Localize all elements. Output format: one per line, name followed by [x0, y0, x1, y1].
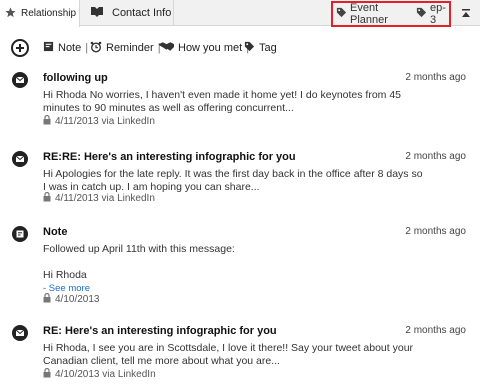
tag-action-label: Tag — [259, 42, 277, 54]
feed-entry: RE:RE: Here's an interesting infographic… — [0, 151, 480, 211]
action-bar: Note | Reminder | How you met | Tag — [0, 36, 480, 60]
tab-contact-info[interactable]: Contact Info — [80, 0, 174, 26]
feed-entry: RE: Here's an interesting infographic fo… — [0, 325, 480, 385]
entry-title[interactable]: RE:RE: Here's an interesting infographic… — [43, 151, 296, 163]
entry-time: 2 months ago — [405, 72, 466, 83]
entry-body: Hi Rhoda, I see you are in Scottsdale, I… — [43, 342, 414, 367]
tag-label: Event Planner — [350, 2, 388, 26]
tag-event-planner[interactable]: Event Planner — [336, 2, 412, 26]
collapse-up-icon[interactable] — [460, 7, 472, 19]
entry-body: Hi Rhoda No worries, I haven't even made… — [43, 89, 402, 114]
lock-icon — [43, 367, 51, 381]
note-icon — [43, 41, 54, 55]
entry-title[interactable]: following up — [43, 72, 108, 84]
tag-ep-3[interactable]: ep-3 — [416, 2, 449, 26]
tab-bar: Relationship Contact Info Event Planner … — [0, 0, 480, 27]
entry-meta-text: 4/11/2013 via LinkedIn — [55, 116, 155, 127]
envelope-icon — [12, 151, 28, 167]
note-icon — [12, 226, 28, 242]
note-action[interactable]: Note | — [43, 41, 88, 55]
tab-relationship-label: Relationship — [21, 8, 77, 19]
envelope-icon — [12, 72, 28, 88]
separator: | — [85, 42, 89, 54]
entry-meta-text: 4/10/2013 via LinkedIn — [55, 369, 156, 380]
lock-icon — [43, 191, 51, 205]
entry-title[interactable]: RE: Here's an interesting infographic fo… — [43, 325, 277, 337]
note-line: Hi Rhoda — [43, 269, 87, 281]
lock-icon — [43, 114, 51, 128]
star-icon — [5, 6, 16, 21]
tag-action[interactable]: Tag — [244, 41, 277, 55]
tab-contact-info-label: Contact Info — [112, 7, 172, 19]
entry-meta-text: 4/10/2013 — [55, 294, 100, 305]
reminder-action[interactable]: Reminder | — [90, 41, 161, 55]
tab-relationship[interactable]: Relationship — [0, 0, 80, 27]
tags-highlight: Event Planner ep-3 — [331, 1, 451, 27]
feed-entry-note: Note 2 months ago Followed up April 11th… — [0, 226, 480, 306]
note-line: Followed up April 11th with this message… — [43, 243, 235, 255]
envelope-icon — [12, 325, 28, 341]
handshake-icon — [159, 41, 174, 55]
tag-icon — [336, 7, 347, 21]
tag-label: ep-3 — [430, 2, 446, 26]
entry-body: Hi Apologies for the late reply. It was … — [43, 168, 423, 193]
entry-meta-text: 4/11/2013 via LinkedIn — [55, 193, 155, 204]
entry-meta: 4/10/2013 — [43, 292, 100, 306]
note-body: Followed up April 11th with this message… — [43, 243, 423, 295]
see-more-link[interactable]: - See more — [43, 282, 423, 295]
entry-time: 2 months ago — [405, 151, 466, 162]
tag-icon — [416, 7, 427, 21]
entry-meta: 4/11/2013 via LinkedIn — [43, 114, 155, 128]
entry-time: 2 months ago — [405, 325, 466, 336]
how-you-met-action-label: How you met — [178, 42, 243, 54]
feed-entry: following up 2 months ago Hi Rhoda No wo… — [0, 72, 480, 132]
entry-meta: 4/11/2013 via LinkedIn — [43, 191, 155, 205]
alarm-clock-icon — [90, 41, 102, 56]
entry-time: 2 months ago — [405, 226, 466, 237]
tag-icon — [244, 41, 255, 55]
entry-meta: 4/10/2013 via LinkedIn — [43, 367, 156, 381]
how-you-met-action[interactable]: How you met | — [159, 41, 249, 55]
entry-title[interactable]: Note — [43, 226, 67, 238]
note-action-label: Note — [58, 42, 82, 54]
reminder-action-label: Reminder — [106, 42, 154, 54]
lock-icon — [43, 292, 51, 306]
address-card-icon — [90, 6, 104, 21]
add-plus-icon[interactable] — [11, 39, 29, 57]
